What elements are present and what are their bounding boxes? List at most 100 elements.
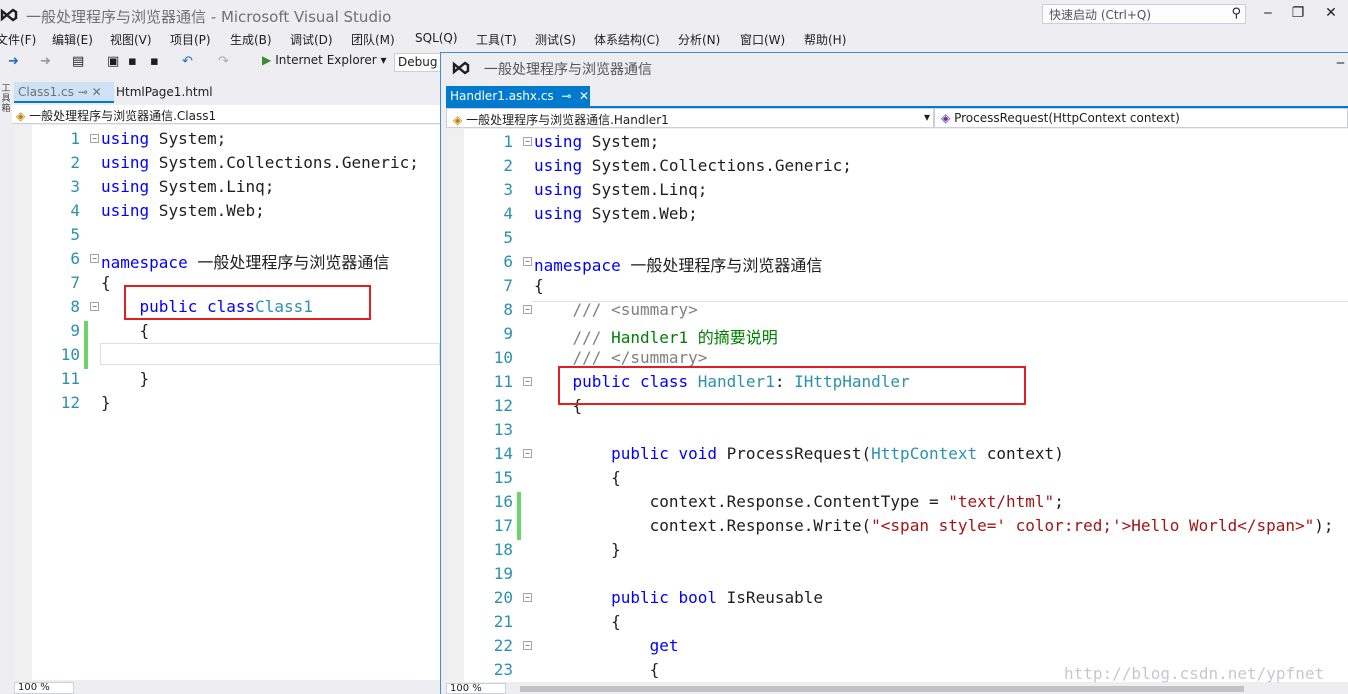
tab-handler1[interactable]: Handler1.ashx.cs ⊸ ✕	[446, 86, 590, 106]
code-token: using	[534, 204, 583, 223]
type-dropdown-value: 一般处理程序与浏览器通信.Handler1	[466, 113, 669, 127]
tab-htmlpage1[interactable]: HtmlPage1.html	[112, 82, 222, 103]
search-icon: ⚲	[1231, 6, 1241, 21]
code-line: using System;	[534, 132, 659, 151]
code-line: using System.Collections.Generic;	[534, 156, 852, 175]
menu-analyze[interactable]: 分析(N)	[678, 31, 720, 48]
menu-debug[interactable]: 调试(D)	[290, 31, 333, 48]
nav-class-label: 一般处理程序与浏览器通信.Class1	[29, 109, 217, 123]
menu-architecture[interactable]: 体系结构(C)	[594, 31, 660, 48]
code-token: System;	[582, 132, 660, 151]
collapse-icon[interactable]: −	[523, 257, 532, 266]
new-project-icon[interactable]: ▤	[72, 54, 84, 69]
line-number: 15	[493, 468, 513, 487]
menu-sql[interactable]: SQL(Q)	[415, 31, 458, 45]
code-token: {	[534, 276, 544, 295]
collapse-icon[interactable]: −	[523, 593, 532, 602]
minimize-button[interactable]: ‒	[1257, 4, 1279, 24]
editor1-code-area[interactable]: 1 using System; 2 using System.Collections.…	[14, 125, 440, 680]
code-line: using System.Linq;	[101, 177, 274, 196]
close-tab-icon[interactable]: ✕	[579, 89, 589, 103]
line-number: 1	[70, 129, 80, 148]
highlight-box-class1	[124, 285, 371, 320]
menu-file[interactable]: 文件(F)	[0, 31, 36, 48]
editor1-navigation-bar[interactable]: ◈ 一般处理程序与浏览器通信.Class1	[12, 105, 440, 124]
collapse-icon[interactable]: −	[523, 449, 532, 458]
menu-test[interactable]: 测试(S)	[535, 31, 576, 48]
toolbox-tab[interactable]: 工具箱	[0, 78, 12, 694]
code-line: {	[534, 660, 660, 679]
menu-view[interactable]: 视图(V)	[110, 31, 152, 48]
code-token: System.Collections.Generic;	[149, 153, 419, 172]
line-number: 1	[503, 132, 513, 151]
menu-help[interactable]: 帮助(H)	[804, 31, 846, 48]
pin-icon[interactable]: ⊸	[561, 89, 571, 103]
menu-window[interactable]: 窗口(W)	[740, 31, 785, 48]
start-debugging-button[interactable]: ▶ Internet Explorer ▾	[262, 53, 387, 67]
collapse-icon[interactable]: −	[523, 305, 532, 314]
line-number: 9	[503, 324, 513, 343]
redo-icon[interactable]: ↷	[218, 54, 229, 69]
close-button[interactable]: ✕	[1320, 4, 1342, 24]
menu-edit[interactable]: 编辑(E)	[52, 31, 93, 48]
back-icon[interactable]: ➜	[8, 54, 19, 69]
menu-team[interactable]: 团队(M)	[351, 31, 395, 48]
line-number: 2	[70, 153, 80, 172]
code-line: context.Response.Write("<span style=' co…	[534, 516, 1334, 535]
undo-icon[interactable]: ↶	[182, 54, 193, 69]
line-number: 3	[70, 177, 80, 196]
collapse-icon[interactable]: −	[523, 377, 532, 386]
menu-project[interactable]: 项目(P)	[170, 31, 211, 48]
pin-icon[interactable]: ⊸	[78, 85, 88, 99]
type-dropdown[interactable]: ◈ 一般处理程序与浏览器通信.Handler1 ▾	[446, 108, 934, 128]
close-tab-icon[interactable]: ✕	[92, 85, 102, 99]
editor2-code-area[interactable]: 1 using System; 2 using System.Collections.…	[446, 129, 1348, 682]
editor1-tabs: Class1.cs ⊸ ✕ HtmlPage1.html	[12, 82, 440, 103]
collapse-icon[interactable]: −	[523, 641, 532, 650]
restore-button[interactable]: ❐	[1287, 4, 1309, 24]
chevron-down-icon: ▾	[923, 110, 930, 124]
code-token: using	[534, 156, 583, 175]
tab-class1[interactable]: Class1.cs ⊸ ✕	[14, 82, 114, 103]
code-token: {	[101, 321, 150, 340]
code-token: System.Web;	[582, 204, 698, 223]
member-dropdown[interactable]: ◈ ProcessRequest(HttpContext context)	[934, 108, 1348, 128]
collapse-icon[interactable]: −	[90, 254, 99, 263]
run-target-label: Internet Explorer	[275, 53, 377, 67]
horizontal-scrollbar[interactable]	[520, 686, 1244, 692]
code-token: {	[534, 612, 621, 631]
editor2-zoom[interactable]: 100 %	[446, 683, 506, 694]
code-line: {	[534, 612, 621, 631]
forward-icon[interactable]: ➜	[40, 54, 51, 69]
code-token: System.Web;	[149, 201, 265, 220]
play-icon: ▶	[262, 53, 272, 67]
code-token: {	[534, 660, 660, 679]
save-icon[interactable]: ▪	[128, 54, 137, 69]
menu-build[interactable]: 生成(B)	[230, 31, 272, 48]
editor1-zoom[interactable]: 100 %	[14, 682, 74, 694]
configuration-select[interactable]: Debug	[394, 53, 442, 72]
collapse-icon[interactable]: −	[523, 137, 532, 146]
minimize-button[interactable]: ‒	[1336, 55, 1345, 71]
save-all-icon[interactable]: ▪	[150, 54, 159, 69]
open-file-icon[interactable]: ▣	[107, 54, 119, 69]
change-marker	[517, 516, 521, 540]
code-token: using	[101, 129, 150, 148]
collapse-icon[interactable]: −	[90, 134, 99, 143]
visual-studio-logo-icon	[0, 8, 18, 22]
menu-tools[interactable]: 工具(T)	[476, 31, 517, 48]
code-token: }	[534, 540, 621, 559]
collapse-icon[interactable]: −	[90, 302, 99, 311]
line-number: 8	[503, 300, 513, 319]
quick-launch-input[interactable]: 快速启动 (Ctrl+Q) ⚲	[1042, 4, 1246, 24]
code-line: public bool IsReusable	[534, 588, 823, 607]
code-token: using	[101, 177, 150, 196]
highlight-box-handler1	[558, 366, 1026, 405]
method-icon: ◈	[941, 111, 951, 125]
code-line: using System.Collections.Generic;	[101, 153, 419, 172]
line-number: 17	[493, 516, 513, 535]
code-line: using System.Linq;	[534, 180, 707, 199]
class-icon: ◈	[16, 109, 26, 123]
quick-launch-placeholder: 快速启动 (Ctrl+Q)	[1049, 8, 1152, 22]
